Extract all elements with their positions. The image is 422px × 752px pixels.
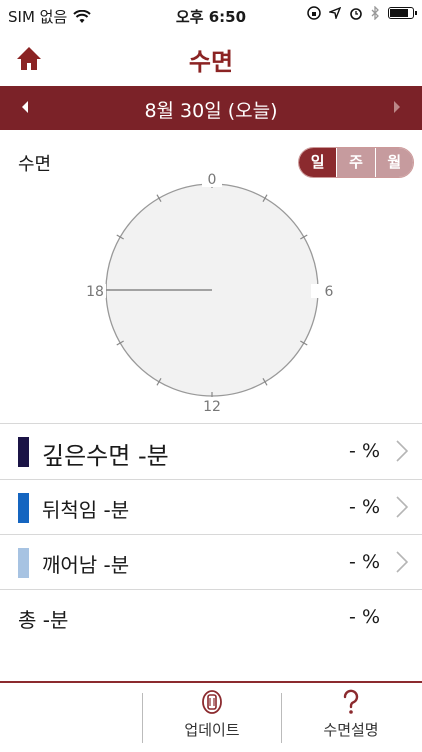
- page-title: 수면: [188, 48, 234, 76]
- stat-row-toss-turn[interactable]: 뒤척임 -분 - %: [0, 479, 422, 535]
- battery-icon: [388, 7, 417, 19]
- band-icon: [202, 690, 222, 714]
- stat-row-awake[interactable]: 깨어남 -분 - %: [0, 534, 422, 590]
- location-icon: [329, 7, 341, 19]
- tab-sleep-guide-label: 수면설명: [323, 721, 379, 739]
- sleep-clock-chart: 0 6 12 18: [84, 172, 334, 415]
- awake-percent: - %: [349, 551, 380, 573]
- bluetooth-icon: [371, 6, 379, 20]
- nav-bar: 수면: [0, 30, 422, 85]
- chevron-right-icon: [396, 440, 408, 462]
- stat-row-total: 총 -분 - %: [0, 589, 422, 645]
- awake-label: 깨어남 -분: [42, 553, 130, 577]
- tab-sleep-guide[interactable]: 수면설명: [281, 689, 421, 740]
- status-bar: SIM 없음 오후 6:50: [0, 0, 422, 30]
- stat-row-deep-sleep[interactable]: 깊은수면 -분 - %: [0, 423, 422, 479]
- chevron-right-icon: [396, 496, 408, 518]
- next-day-arrow-icon[interactable]: [392, 100, 402, 114]
- deep-sleep-swatch: [18, 437, 29, 467]
- clock-label-6: 6: [325, 284, 334, 300]
- toss-turn-label: 뒤척임 -분: [42, 498, 130, 522]
- tab-update[interactable]: 업데이트: [142, 689, 282, 740]
- chevron-right-icon: [396, 551, 408, 573]
- rotation-lock-icon: [307, 6, 321, 20]
- question-icon: [343, 689, 359, 714]
- tab-update-label: 업데이트: [184, 721, 240, 739]
- deep-sleep-percent: - %: [349, 440, 380, 462]
- date-label: 8월 30일 (오늘): [144, 100, 278, 122]
- alarm-icon: [350, 8, 362, 20]
- total-percent: - %: [349, 606, 380, 628]
- total-label: 총 -분: [18, 608, 69, 632]
- tab-bar: 업데이트 수면설명: [0, 681, 422, 752]
- clock-label-18: 18: [86, 284, 104, 300]
- toss-turn-percent: - %: [349, 496, 380, 518]
- deep-sleep-label: 깊은수면 -분: [42, 442, 169, 470]
- toss-turn-swatch: [18, 493, 29, 523]
- battery-fill: [390, 9, 408, 17]
- clock-label-0: 0: [208, 172, 217, 188]
- clock-label-12: 12: [203, 399, 221, 415]
- awake-swatch: [18, 548, 29, 578]
- date-bar: 8월 30일 (오늘): [0, 86, 422, 130]
